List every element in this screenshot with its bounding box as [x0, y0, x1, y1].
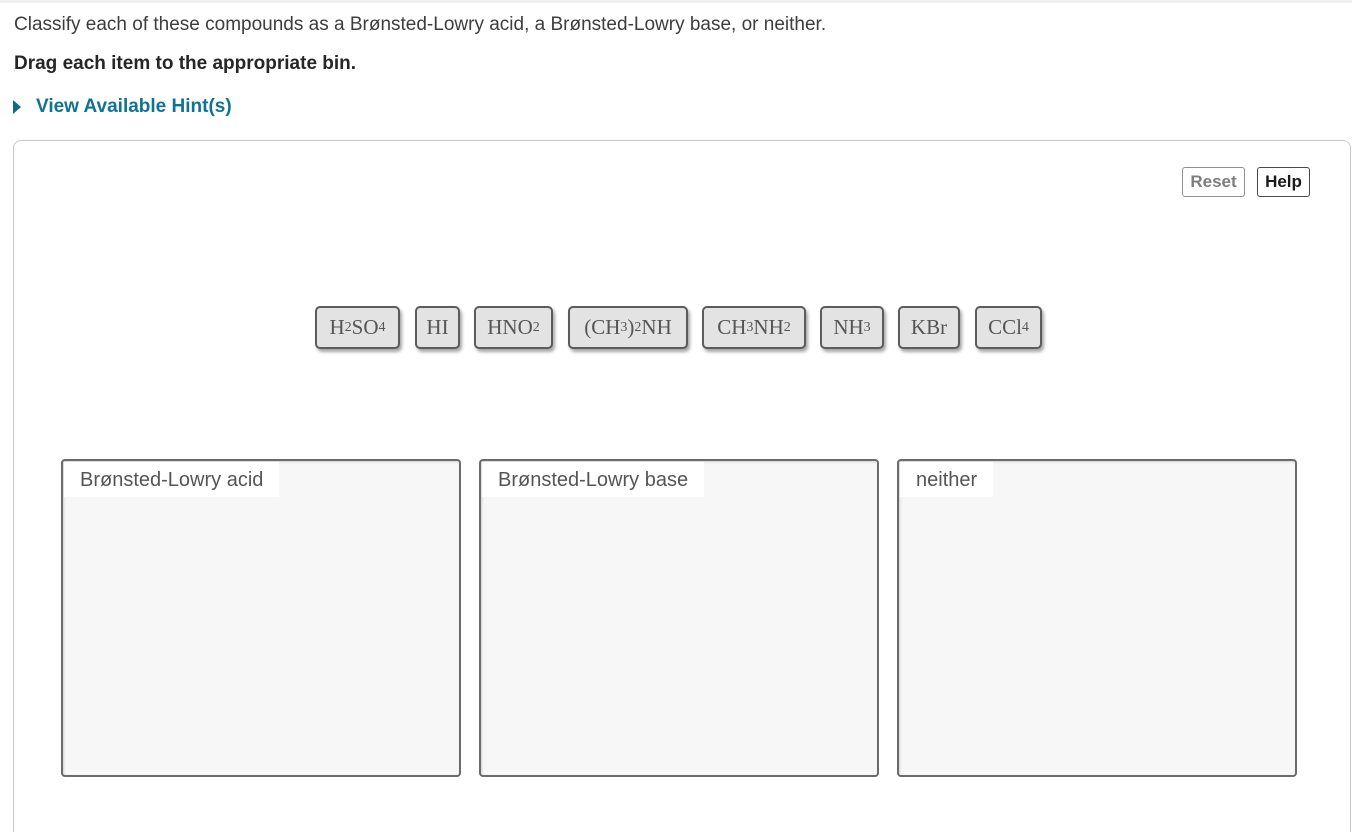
tile-hi[interactable]: HI — [415, 306, 460, 349]
question-subinstruction: Drag each item to the appropriate bin. — [14, 53, 357, 74]
question-instruction: Classify each of these compounds as a Br… — [14, 14, 827, 35]
caret-right-icon — [13, 100, 21, 114]
tile-ccl4[interactable]: CCl 4 — [975, 306, 1042, 349]
tile-h2so4[interactable]: H 2 SO 4 — [315, 306, 400, 349]
bin-label-acid: Brønsted-Lowry acid — [64, 462, 280, 497]
top-divider — [0, 0, 1352, 3]
bin-label-base: Brønsted-Lowry base — [482, 462, 705, 497]
tile-ch3-2nh[interactable]: (CH 3) 2 NH — [568, 306, 688, 349]
tile-hno2[interactable]: HNO 2 — [474, 306, 553, 349]
bin-neither[interactable]: neither — [897, 459, 1297, 777]
bin-label-neither: neither — [900, 462, 994, 497]
tile-kbr[interactable]: KBr — [898, 306, 960, 349]
reset-button[interactable]: Reset — [1182, 167, 1245, 197]
view-hints-label: View Available Hint(s) — [36, 96, 232, 117]
help-button[interactable]: Help — [1257, 167, 1310, 197]
tile-ch3nh2[interactable]: CH 3 NH 2 — [702, 306, 806, 349]
tile-nh3[interactable]: NH 3 — [820, 306, 884, 349]
view-hints-toggle[interactable]: View Available Hint(s) — [13, 96, 232, 118]
bin-bronsted-lowry-base[interactable]: Brønsted-Lowry base — [479, 459, 879, 777]
bin-bronsted-lowry-acid[interactable]: Brønsted-Lowry acid — [61, 459, 461, 777]
page: Classify each of these compounds as a Br… — [0, 0, 1352, 832]
